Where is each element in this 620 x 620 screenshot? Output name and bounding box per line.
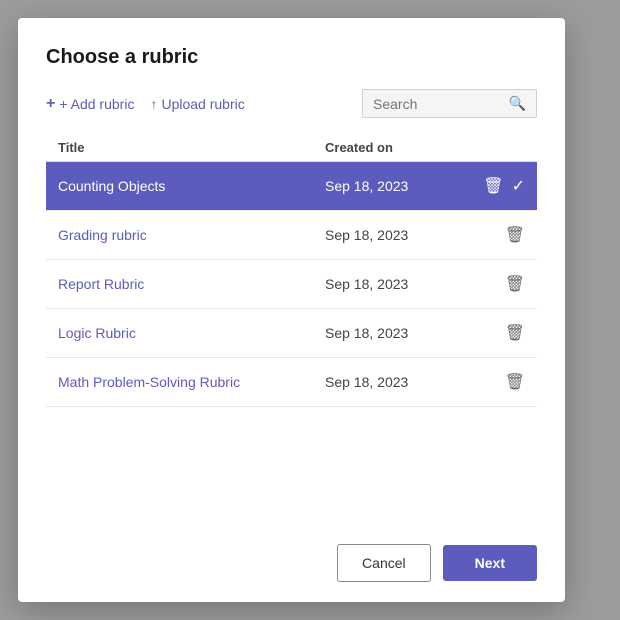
delete-rubric-button[interactable]: 🗑 [505,225,525,245]
rubric-row[interactable]: Logic RubricSep 18, 2023 🗑 [46,309,537,358]
rubric-actions-1: 🗑✓ [465,176,525,196]
search-box: 🔍 [362,89,537,118]
upload-rubric-button[interactable]: ↑ Upload rubric [150,96,244,112]
table-header: Title Created on [46,134,537,162]
delete-rubric-button[interactable]: 🗑 [483,176,503,196]
delete-rubric-button[interactable]: 🗑 [505,323,525,343]
upload-arrow-icon: ↑ [150,96,157,112]
rubric-title-4: Logic Rubric [58,325,325,341]
rubric-row[interactable]: Grading rubricSep 18, 2023 🗑 [46,211,537,260]
rubric-row[interactable]: Report RubricSep 18, 2023 🗑 [46,260,537,309]
rubric-title-3: Report Rubric [58,276,325,292]
delete-rubric-button[interactable]: 🗑 [505,274,525,294]
search-input[interactable] [373,96,503,112]
rubric-actions-4: 🗑 [465,323,525,343]
column-title-header: Title [58,140,325,155]
rubric-actions-5: 🗑 [465,372,525,392]
rubric-title-1: Counting Objects [58,178,325,194]
add-rubric-label: + Add rubric [59,96,134,112]
upload-rubric-label: Upload rubric [161,96,244,112]
toolbar: + + Add rubric ↑ Upload rubric 🔍 [46,89,537,118]
rubric-row[interactable]: Math Problem-Solving RubricSep 18, 2023 🗑 [46,358,537,407]
rubric-title-2: Grading rubric [58,227,325,243]
column-created-header: Created on [325,140,465,155]
search-icon: 🔍 [509,95,526,112]
cancel-button[interactable]: Cancel [337,544,431,582]
next-button[interactable]: Next [443,545,537,581]
selected-check-icon: ✓ [512,176,525,196]
modal-title: Choose a rubric [46,46,537,69]
rubric-date-1: Sep 18, 2023 [325,178,465,194]
add-rubric-button[interactable]: + + Add rubric [46,95,134,113]
rubric-date-3: Sep 18, 2023 [325,276,465,292]
delete-rubric-button[interactable]: 🗑 [505,372,525,392]
rubric-date-5: Sep 18, 2023 [325,374,465,390]
rubric-date-4: Sep 18, 2023 [325,325,465,341]
rubric-list: Counting ObjectsSep 18, 2023🗑✓Grading ru… [46,162,537,524]
rubric-title-5: Math Problem-Solving Rubric [58,374,325,390]
rubric-date-2: Sep 18, 2023 [325,227,465,243]
toolbar-left: + + Add rubric ↑ Upload rubric [46,95,245,113]
rubric-row[interactable]: Counting ObjectsSep 18, 2023🗑✓ [46,162,537,211]
modal-footer: Cancel Next [46,544,537,582]
rubric-actions-3: 🗑 [465,274,525,294]
rubric-actions-2: 🗑 [465,225,525,245]
plus-icon: + [46,95,55,113]
choose-rubric-modal: Choose a rubric + + Add rubric ↑ Upload … [18,18,565,602]
